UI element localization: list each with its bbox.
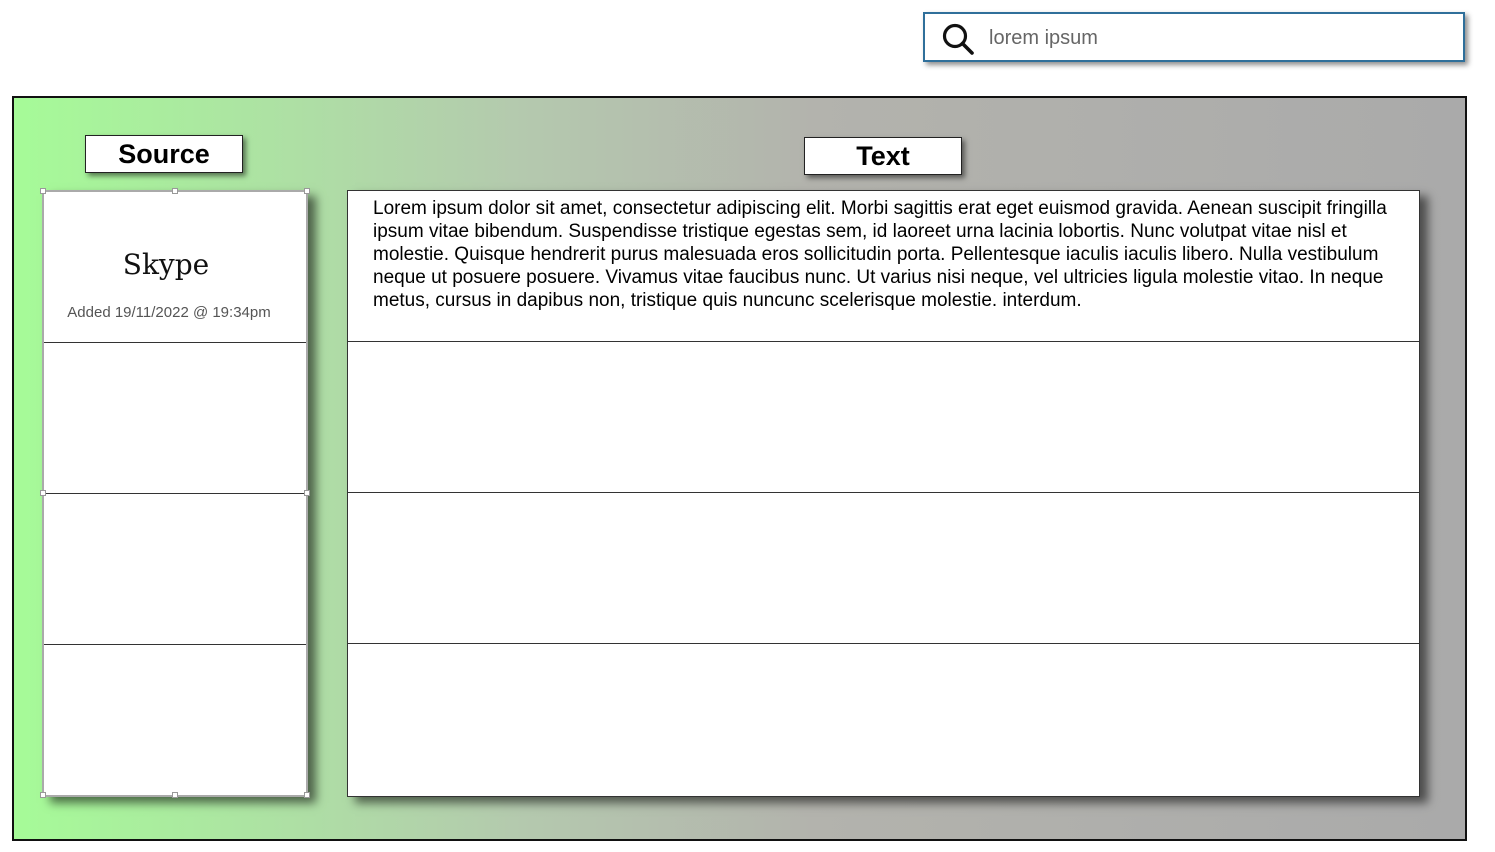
resize-handle-top-right[interactable]: [304, 188, 310, 194]
resize-handle-bottom-left[interactable]: [40, 792, 46, 798]
source-item[interactable]: [44, 343, 306, 494]
source-item[interactable]: [44, 645, 306, 796]
resize-handle-left[interactable]: [40, 490, 46, 496]
resize-handle-bottom[interactable]: [172, 792, 178, 798]
resize-handle-bottom-right[interactable]: [304, 792, 310, 798]
text-item[interactable]: [348, 342, 1419, 493]
text-list: Lorem ipsum dolor sit amet, consectetur …: [347, 190, 1420, 797]
text-item[interactable]: [348, 644, 1419, 795]
source-item[interactable]: [44, 494, 306, 645]
search-icon[interactable]: [941, 22, 975, 56]
source-header: Source: [85, 135, 243, 173]
search-input[interactable]: [989, 22, 1449, 54]
search-box[interactable]: [923, 12, 1465, 62]
text-header: Text: [804, 137, 962, 175]
resize-handle-right[interactable]: [304, 490, 310, 496]
source-name: Skype: [122, 248, 210, 281]
resize-handle-top[interactable]: [172, 188, 178, 194]
source-list: Skype Added 19/11/2022 @ 19:34pm: [40, 188, 310, 798]
main-panel: Source Text Skype Added 19/11/2022 @ 19:…: [12, 96, 1467, 841]
source-item[interactable]: Skype Added 19/11/2022 @ 19:34pm: [44, 192, 306, 343]
text-item[interactable]: Lorem ipsum dolor sit amet, consectetur …: [348, 191, 1419, 342]
text-item[interactable]: [348, 493, 1419, 644]
source-added-timestamp: Added 19/11/2022 @ 19:34pm: [67, 304, 271, 321]
text-body: Lorem ipsum dolor sit amet, consectetur …: [373, 198, 1387, 311]
resize-handle-top-left[interactable]: [40, 188, 46, 194]
